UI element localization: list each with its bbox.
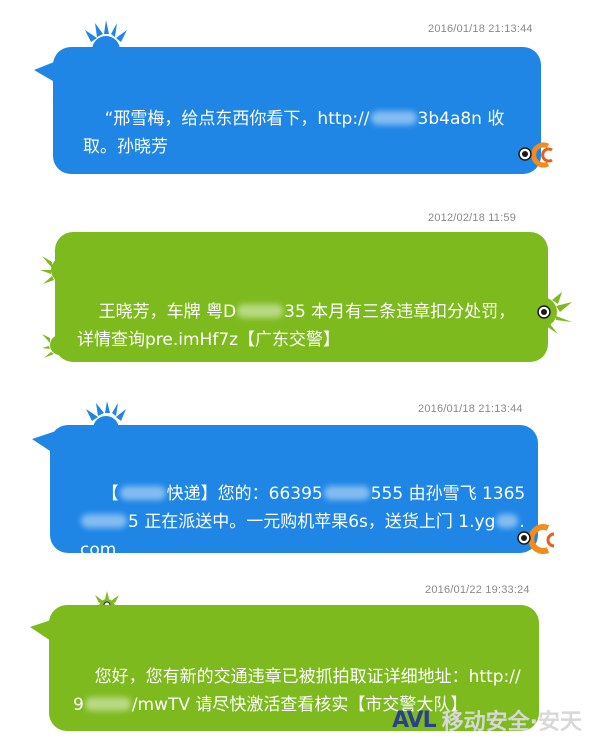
- message-text: 【快递】您的：66395 555 由孙雪飞 13655 正在派送中。一元购机苹果6…: [80, 484, 526, 560]
- redacted-blur: [237, 304, 284, 318]
- message-timestamp: 2016/01/18 21:13:44: [428, 23, 533, 35]
- redacted-blur: [84, 697, 131, 711]
- bubble-tail-icon: [34, 58, 64, 84]
- redacted-blur: [119, 486, 166, 500]
- spiky-eye-mascot-icon: [527, 290, 572, 334]
- message-timestamp: 2012/02/18 11:59: [428, 212, 517, 224]
- message-text: “邢雪梅，给点东西你看下，http://3b4a8n 收取。孙晓芳: [83, 109, 505, 157]
- message-bubble[interactable]: 【快递】您的：66395 555 由孙雪飞 13655 正在派送中。一元购机苹果6…: [50, 425, 538, 560]
- bubble-tail-icon: [32, 429, 62, 455]
- bubble-tail-icon: [30, 617, 60, 643]
- message-timestamp: 2016/01/18 21:13:44: [418, 403, 523, 415]
- snake-mascot-icon: [518, 142, 553, 168]
- watermark-logo: AVL: [392, 707, 437, 733]
- redacted-blur: [370, 111, 417, 125]
- snake-mascot-icon: [517, 524, 555, 554]
- green-urchin-small-icon: [42, 334, 70, 358]
- message-bubble[interactable]: 王晓芳，车牌 粤D 35 本月有三条违章扣分处罚，详情查询pre.imHf7z【广…: [55, 232, 548, 362]
- redacted-blur: [323, 486, 370, 500]
- message-timestamp: 2016/01/22 19:33:24: [425, 584, 530, 596]
- green-urchin-mascot-icon: [40, 250, 77, 284]
- watermark: AVL 移动安全·安天: [392, 704, 582, 736]
- redacted-blur: [81, 514, 127, 528]
- message-bubble[interactable]: “邢雪梅，给点东西你看下，http://3b4a8n 收取。孙晓芳: [53, 47, 541, 174]
- message-text: 王晓芳，车牌 粤D 35 本月有三条违章扣分处罚，详情查询pre.imHf7z【广…: [77, 302, 516, 350]
- watermark-text: 移动安全·安天: [441, 710, 582, 735]
